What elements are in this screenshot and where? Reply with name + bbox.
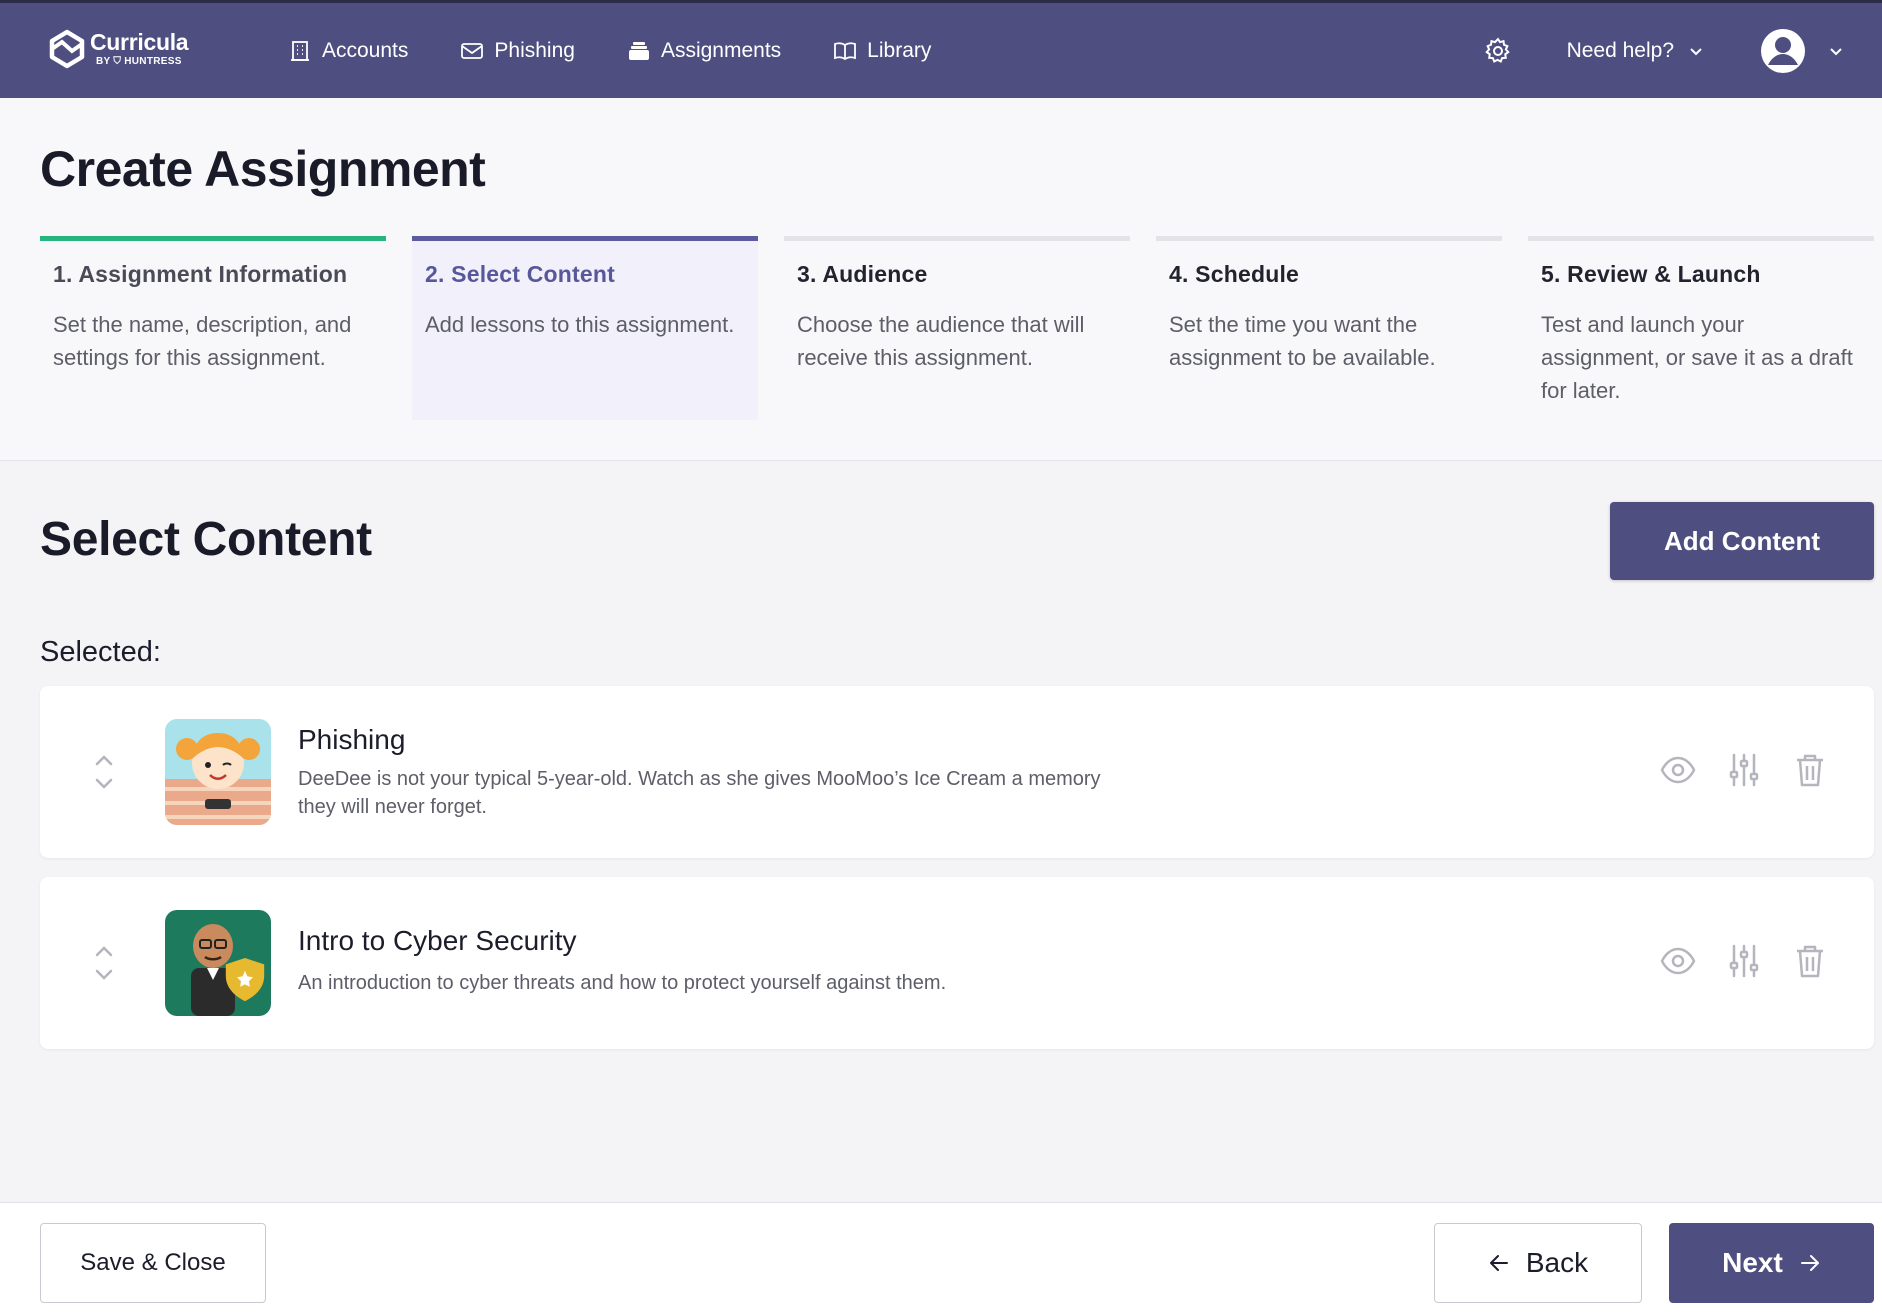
step-description: Test and launch your assignment, or save…	[1541, 312, 1853, 403]
eye-icon[interactable]	[1660, 943, 1696, 979]
book-icon	[834, 41, 857, 60]
wizard-footer: Save & Close Back Next	[0, 1202, 1882, 1314]
nav-label-assignments: Assignments	[660, 38, 782, 62]
step-description: Set the name, description, and settings …	[53, 312, 352, 370]
assignment-stepper: 1. Assignment Information Set the name, …	[40, 236, 1874, 420]
content-item-title: Phishing	[298, 724, 406, 755]
nav-item-accounts[interactable]: Accounts	[288, 39, 408, 63]
next-button[interactable]: Next	[1669, 1223, 1874, 1303]
step-description: Add lessons to this assignment.	[425, 312, 735, 337]
content-item: Intro to Cyber Security An introduction …	[40, 877, 1874, 1049]
stack-icon	[628, 41, 649, 60]
curricula-logo-icon	[49, 29, 85, 69]
content-item-actions	[1660, 752, 1828, 788]
nav-label-library: Library	[867, 38, 932, 62]
step-select-content[interactable]: 2. Select Content Add lessons to this as…	[412, 236, 758, 420]
building-icon	[291, 40, 309, 61]
nav-label-accounts: Accounts	[322, 38, 409, 62]
add-content-button[interactable]: Add Content	[1610, 502, 1874, 580]
step-schedule[interactable]: 4. Schedule Set the time you want the as…	[1156, 236, 1502, 420]
step-description: Set the time you want the assignment to …	[1169, 312, 1436, 370]
step-title: 5. Review & Launch	[1541, 261, 1761, 287]
arrow-right-icon	[1800, 1255, 1819, 1271]
assignment-header: Create Assignment 1. Assignment Informat…	[0, 98, 1882, 461]
nav-label-phishing: Phishing	[494, 38, 575, 62]
main-nav: Accounts Phishing Assignments Library	[288, 3, 931, 98]
reorder-handle-icon[interactable]	[94, 943, 114, 983]
step-assignment-information[interactable]: 1. Assignment Information Set the name, …	[40, 236, 386, 420]
cyber-security-lesson-thumbnail	[165, 910, 271, 1016]
back-label: Back	[1525, 1247, 1589, 1278]
content-item-description: An introduction to cyber threats and how…	[298, 972, 947, 994]
step-title: 4. Schedule	[1169, 261, 1300, 287]
nav-item-phishing[interactable]: Phishing	[460, 39, 575, 63]
content-item-description: DeeDee is not your typical 5-year-old. W…	[298, 768, 1101, 818]
save-close-label: Save & Close	[80, 1249, 226, 1276]
back-button[interactable]: Back	[1434, 1223, 1642, 1303]
arrow-left-icon	[1489, 1255, 1508, 1271]
gear-icon[interactable]	[1483, 36, 1513, 66]
need-help-dropdown[interactable]: Need help?	[1567, 39, 1704, 63]
step-title: 1. Assignment Information	[53, 261, 348, 287]
need-help-label: Need help?	[1566, 38, 1674, 62]
page-title: Create Assignment	[40, 141, 486, 197]
top-right-controls: Need help?	[1483, 3, 1844, 98]
logo-byline: BY ⛉ HUNTRESS	[96, 56, 182, 67]
step-review-launch[interactable]: 5. Review & Launch Test and launch your …	[1528, 236, 1874, 420]
chevron-down-icon	[1830, 47, 1842, 55]
step-description: Choose the audience that will receive th…	[797, 312, 1085, 370]
selected-label: Selected:	[40, 636, 161, 668]
step-title: 3. Audience	[797, 261, 928, 287]
reorder-handle-icon[interactable]	[94, 752, 114, 792]
content-item-actions	[1660, 943, 1828, 979]
content-item-title: Intro to Cyber Security	[298, 925, 577, 956]
envelope-icon	[461, 42, 484, 59]
next-label: Next	[1722, 1247, 1783, 1278]
sliders-icon[interactable]	[1726, 752, 1762, 788]
nav-item-assignments[interactable]: Assignments	[627, 39, 781, 63]
nav-item-library[interactable]: Library	[833, 39, 931, 63]
save-close-button[interactable]: Save & Close	[40, 1223, 266, 1303]
eye-icon[interactable]	[1660, 752, 1696, 788]
step-audience[interactable]: 3. Audience Choose the audience that wil…	[784, 236, 1130, 420]
sliders-icon[interactable]	[1726, 943, 1762, 979]
curricula-logo[interactable]: Curricula BY ⛉ HUNTRESS	[48, 29, 189, 69]
trash-icon[interactable]	[1792, 943, 1828, 979]
phishing-lesson-thumbnail	[165, 719, 271, 825]
top-navigation-bar: Curricula BY ⛉ HUNTRESS Accounts Phishin…	[0, 0, 1882, 98]
step-title: 2. Select Content	[425, 261, 615, 287]
user-menu[interactable]	[1760, 28, 1844, 74]
chevron-down-icon	[1690, 47, 1702, 55]
trash-icon[interactable]	[1792, 752, 1828, 788]
content-item: Phishing DeeDee is not your typical 5-ye…	[40, 686, 1874, 858]
section-title: Select Content	[40, 513, 372, 566]
logo-name: Curricula	[90, 29, 189, 55]
user-avatar-icon	[1761, 28, 1805, 73]
